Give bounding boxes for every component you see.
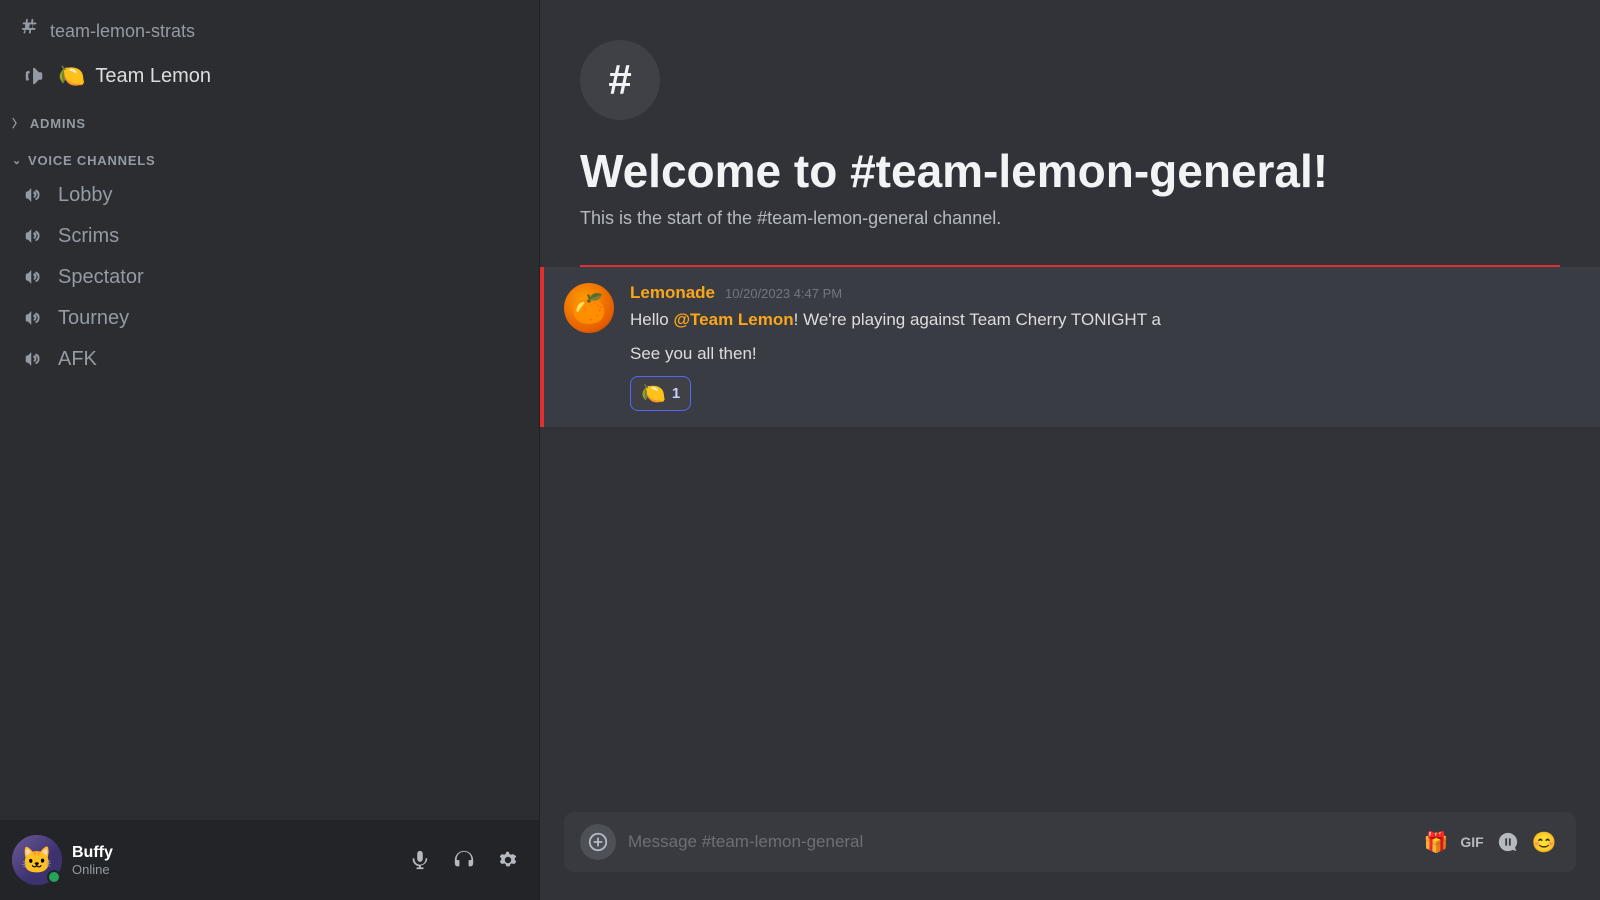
settings-button[interactable]: [489, 841, 527, 879]
headphones-button[interactable]: [445, 841, 483, 879]
team-lemon-voice-name: Team Lemon: [95, 65, 211, 88]
message-content: Lemonade 10/20/2023 4:47 PM Hello @Team …: [630, 283, 1576, 411]
speaker-icon-scrims: [20, 222, 48, 250]
strats-channel-name: team-lemon-strats: [50, 21, 195, 42]
messages-area[interactable]: 🍊 Lemonade 10/20/2023 4:47 PM Hello @Tea…: [540, 267, 1600, 812]
message-text-line2: See you all then!: [630, 341, 1576, 367]
online-status-dot: [47, 870, 61, 884]
channel-list: team-lemon-strats 🍋 Team Lemon 〉 ADMINS …: [0, 0, 539, 820]
emoji-icon[interactable]: 😊: [1528, 826, 1560, 858]
voice-channels-label: VOICE CHANNELS: [28, 153, 156, 168]
main-content: # Welcome to #team-lemon-general! This i…: [540, 0, 1600, 900]
message-username: Lemonade: [630, 283, 715, 303]
lobby-channel-name: Lobby: [58, 184, 113, 207]
tourney-channel-name: Tourney: [58, 307, 129, 330]
msg-text-after: ! We're playing against Team Cherry TONI…: [794, 310, 1161, 329]
voice-channel-scrims[interactable]: Scrims: [8, 216, 531, 256]
user-status-label: Online: [72, 862, 391, 877]
message-header: Lemonade 10/20/2023 4:47 PM: [630, 283, 1576, 303]
reaction-lemon[interactable]: 🍋 1: [630, 376, 691, 411]
gif-icon[interactable]: GIF: [1456, 826, 1488, 858]
message-input-field[interactable]: [628, 832, 1408, 852]
chevron-right-icon: 〉: [12, 115, 24, 131]
hash-symbol: #: [608, 56, 631, 104]
hash-icon: [20, 17, 42, 45]
welcome-title: Welcome to #team-lemon-general!: [580, 144, 1560, 198]
message-text: Hello @Team Lemon! We're playing against…: [630, 307, 1576, 333]
msg-mention[interactable]: @Team Lemon: [673, 310, 793, 329]
message-input-area: 🎁 GIF 😊: [540, 812, 1600, 900]
voice-channel-lobby[interactable]: Lobby: [8, 175, 531, 215]
welcome-desc: This is the start of the #team-lemon-gen…: [580, 208, 1560, 229]
reaction-count: 1: [672, 385, 680, 402]
gift-icon[interactable]: 🎁: [1420, 826, 1452, 858]
speaker-icon-lobby: [20, 181, 48, 209]
afk-channel-name: AFK: [58, 348, 97, 371]
user-controls: [401, 841, 527, 879]
speaker-icon-afk: [20, 345, 48, 373]
reaction-emoji: 🍋: [641, 381, 666, 406]
scrims-channel-name: Scrims: [58, 225, 119, 248]
message-input-box: 🎁 GIF 😊: [564, 812, 1576, 872]
voice-channel-afk[interactable]: AFK: [8, 339, 531, 379]
message-group: 🍊 Lemonade 10/20/2023 4:47 PM Hello @Tea…: [540, 267, 1600, 427]
message-timestamp: 10/20/2023 4:47 PM: [725, 286, 842, 301]
speaker-icon: [20, 62, 48, 90]
username-label: Buffy: [72, 844, 391, 862]
speaker-icon-tourney: [20, 304, 48, 332]
msg-text-before: Hello: [630, 310, 673, 329]
avatar: 🐱: [12, 835, 62, 885]
admins-section-header[interactable]: 〉 ADMINS: [0, 99, 539, 137]
sticker-icon[interactable]: [1492, 826, 1524, 858]
voice-channel-tourney[interactable]: Tourney: [8, 298, 531, 338]
input-icons: 🎁 GIF 😊: [1420, 826, 1560, 858]
lemonade-avatar: 🍊: [564, 283, 614, 333]
channel-item-strats[interactable]: team-lemon-strats: [8, 9, 531, 53]
spectator-channel-name: Spectator: [58, 266, 144, 289]
channel-item-team-lemon[interactable]: 🍋 Team Lemon: [8, 54, 531, 98]
user-info: Buffy Online: [72, 844, 391, 877]
user-bar: 🐱 Buffy Online: [0, 820, 539, 900]
lemon-emoji: 🍋: [58, 63, 85, 89]
channel-welcome-icon: #: [580, 40, 660, 120]
voice-channels-section-header[interactable]: ⌄ VOICE CHANNELS: [0, 137, 539, 174]
reaction-bar: 🍋 1: [630, 376, 1576, 411]
channel-welcome: # Welcome to #team-lemon-general! This i…: [540, 0, 1600, 249]
add-content-button[interactable]: [580, 824, 616, 860]
sidebar: team-lemon-strats 🍋 Team Lemon 〉 ADMINS …: [0, 0, 540, 900]
speaker-icon-spectator: [20, 263, 48, 291]
microphone-button[interactable]: [401, 841, 439, 879]
chevron-down-icon: ⌄: [12, 154, 22, 167]
voice-channel-spectator[interactable]: Spectator: [8, 257, 531, 297]
admins-label: ADMINS: [30, 116, 86, 131]
